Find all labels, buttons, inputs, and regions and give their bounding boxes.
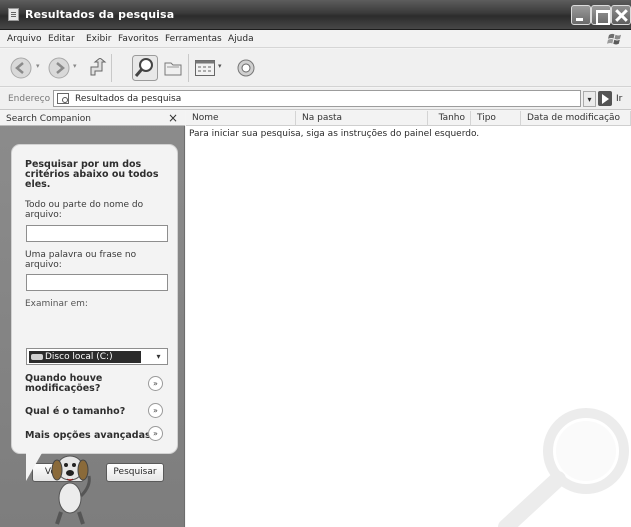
windows-logo-icon (607, 33, 621, 45)
menu-editar[interactable]: Editar (48, 34, 75, 44)
phrase-label: Uma palavra ou frase no arquivo: (25, 250, 137, 270)
toolbar: ▾ ▾ ▾ (0, 49, 631, 87)
close-pane-icon[interactable]: × (168, 111, 178, 125)
window-title: Resultados da pesquisa (25, 8, 175, 21)
address-dropdown-button[interactable]: ▾ (583, 91, 596, 107)
views-icon[interactable] (195, 60, 215, 76)
address-bar: Endereço Resultados da pesquisa ▾ Ir (0, 88, 631, 110)
column-header-folder[interactable]: Na pasta (296, 111, 428, 126)
menu-ajuda[interactable]: Ajuda (228, 34, 254, 44)
expand-chevron-icon[interactable]: » (148, 403, 163, 418)
column-header-size[interactable]: Tanho (428, 111, 471, 126)
back-icon[interactable] (10, 57, 32, 79)
title-bar: Resultados da pesquisa (0, 0, 631, 30)
phrase-input[interactable] (26, 274, 168, 291)
menu-arquivo[interactable]: Arquivo (7, 34, 41, 44)
search-results-window: Resultados da pesquisa Arquivo Editar Ex… (0, 0, 631, 527)
forward-icon[interactable] (48, 57, 70, 79)
search-button[interactable]: Pesquisar (106, 463, 164, 482)
address-field[interactable]: Resultados da pesquisa (53, 90, 581, 107)
look-in-select[interactable]: Disco local (C:) ▾ (26, 348, 168, 365)
menu-ferramentas[interactable]: Ferramentas (165, 34, 222, 44)
views-dropdown-icon[interactable]: ▾ (218, 62, 222, 70)
toolbar-separator (111, 54, 112, 82)
results-pane: Nome Na pasta Tanho Tipo Data de modific… (186, 111, 631, 527)
folder-options-icon[interactable] (236, 58, 256, 78)
up-folder-icon[interactable] (88, 58, 108, 78)
option-modified-date[interactable]: Quando houve modificações? (25, 374, 125, 394)
look-in-label: Examinar em: (25, 299, 88, 309)
balloon-tail (26, 453, 42, 481)
search-dog-icon[interactable] (45, 446, 95, 526)
maximize-button[interactable] (591, 5, 611, 25)
go-arrow-icon[interactable] (598, 91, 612, 106)
address-value: Resultados da pesquisa (75, 94, 182, 104)
forward-dropdown-icon[interactable]: ▾ (73, 62, 77, 70)
search-icon[interactable] (132, 55, 158, 81)
toolbar-separator (188, 54, 189, 82)
go-button-label[interactable]: Ir (616, 94, 622, 104)
column-header-date[interactable]: Data de modificação (521, 111, 631, 126)
hard-drive-icon (31, 354, 43, 360)
menu-bar: Arquivo Editar Exibir Favoritos Ferramen… (0, 30, 631, 48)
filename-input[interactable] (26, 225, 168, 242)
menu-favoritos[interactable]: Favoritos (118, 34, 159, 44)
search-companion-title: Search Companion (6, 114, 91, 124)
folders-icon[interactable] (163, 58, 183, 78)
look-in-selected: Disco local (C:) (29, 351, 141, 363)
back-dropdown-icon[interactable]: ▾ (36, 62, 40, 70)
magnifier-watermark-icon (498, 408, 629, 527)
search-folder-icon (57, 93, 69, 104)
option-advanced[interactable]: Mais opções avançadas (25, 431, 151, 441)
results-hint: Para iniciar sua pesquisa, siga as instr… (189, 129, 480, 139)
look-in-value: Disco local (C:) (45, 352, 113, 362)
window-app-icon (8, 8, 19, 21)
search-balloon: Pesquisar por um dos critérios abaixo ou… (11, 144, 178, 482)
address-label: Endereço (8, 94, 51, 104)
filename-label: Todo ou parte do nome do arquivo: (25, 200, 144, 220)
search-companion-pane: Search Companion × Pesquisar por um dos … (0, 111, 185, 527)
expand-chevron-icon[interactable]: » (148, 426, 163, 441)
close-button[interactable] (611, 5, 631, 25)
minimize-button[interactable] (571, 5, 591, 25)
option-size[interactable]: Qual é o tamanho? (25, 407, 125, 417)
search-companion-header: Search Companion × (0, 111, 185, 126)
column-header-type[interactable]: Tipo (471, 111, 521, 126)
chevron-down-icon[interactable]: ▾ (152, 350, 165, 363)
column-header-name[interactable]: Nome (186, 111, 296, 126)
expand-chevron-icon[interactable]: » (148, 376, 163, 391)
search-heading: Pesquisar por um dos critérios abaixo ou… (25, 159, 159, 190)
menu-exibir[interactable]: Exibir (86, 34, 111, 44)
